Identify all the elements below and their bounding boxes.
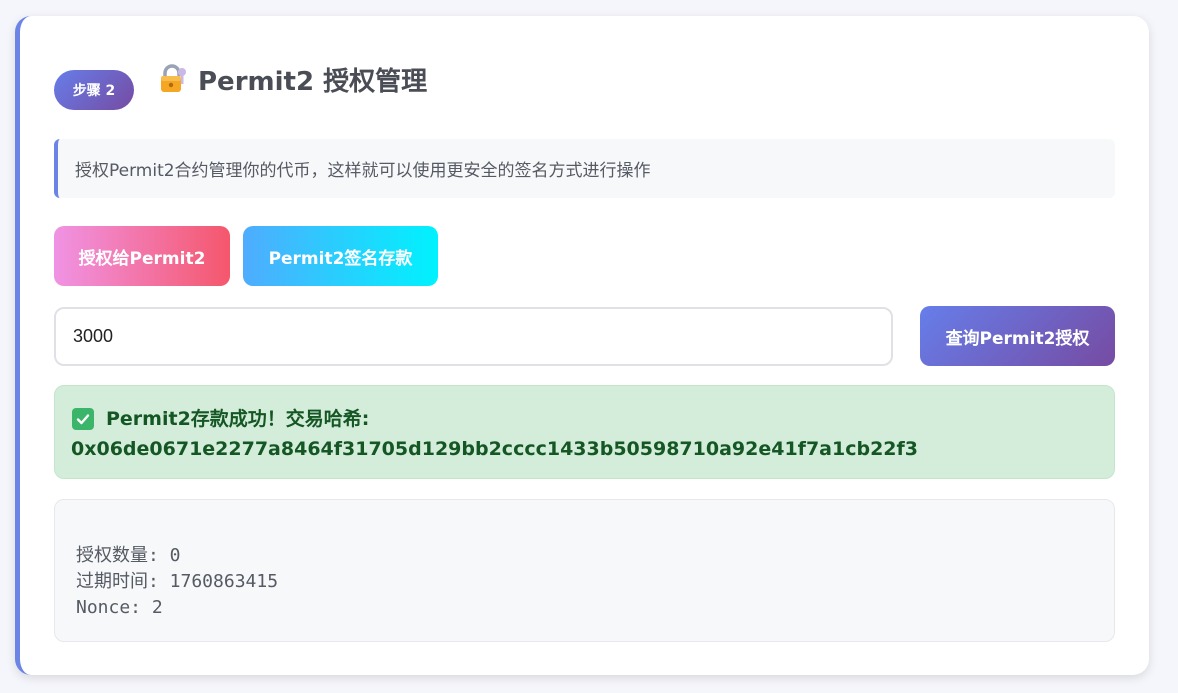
info-callout: 授权Permit2合约管理你的代币，这样就可以使用更安全的签名方式进行操作	[54, 139, 1115, 198]
query-permit2-button[interactable]: 查询Permit2授权	[920, 306, 1115, 366]
action-buttons: 授权给Permit2 Permit2签名存款	[54, 226, 438, 286]
lock-icon	[158, 63, 188, 95]
allowance-result: 授权数量: 0 过期时间: 1760863415 Nonce: 2	[54, 499, 1115, 642]
tx-hash: 0x06de0671e2277a8464f31705d129bb2cccc143…	[71, 438, 919, 460]
approve-permit2-button[interactable]: 授权给Permit2	[54, 226, 230, 286]
result-amount: 授权数量: 0	[76, 545, 181, 566]
amount-input[interactable]	[54, 306, 893, 366]
check-icon	[72, 408, 94, 430]
success-message: Permit2存款成功！交易哈希:	[106, 408, 370, 430]
info-text: 授权Permit2合约管理你的代币，这样就可以使用更安全的签名方式进行操作	[75, 161, 651, 181]
page-title: Permit2 授权管理	[198, 66, 428, 97]
success-line: Permit2存款成功！交易哈希:	[72, 404, 1114, 434]
result-nonce: Nonce: 2	[76, 597, 163, 618]
permit2-card: 步骤 2 Permit2 授权管理 授权Permit2合约管理你的代币，这样就可…	[15, 16, 1149, 675]
card-header: 步骤 2 Permit2 授权管理	[54, 58, 427, 110]
result-expiration: 过期时间: 1760863415	[76, 571, 279, 592]
title-wrap: Permit2 授权管理	[158, 61, 427, 98]
success-alert: Permit2存款成功！交易哈希: 0x06de0671e2277a8464f3…	[54, 385, 1115, 479]
step-badge: 步骤 2	[54, 70, 134, 110]
query-row: 查询Permit2授权	[54, 306, 1115, 366]
permit2-deposit-button[interactable]: Permit2签名存款	[243, 226, 438, 286]
